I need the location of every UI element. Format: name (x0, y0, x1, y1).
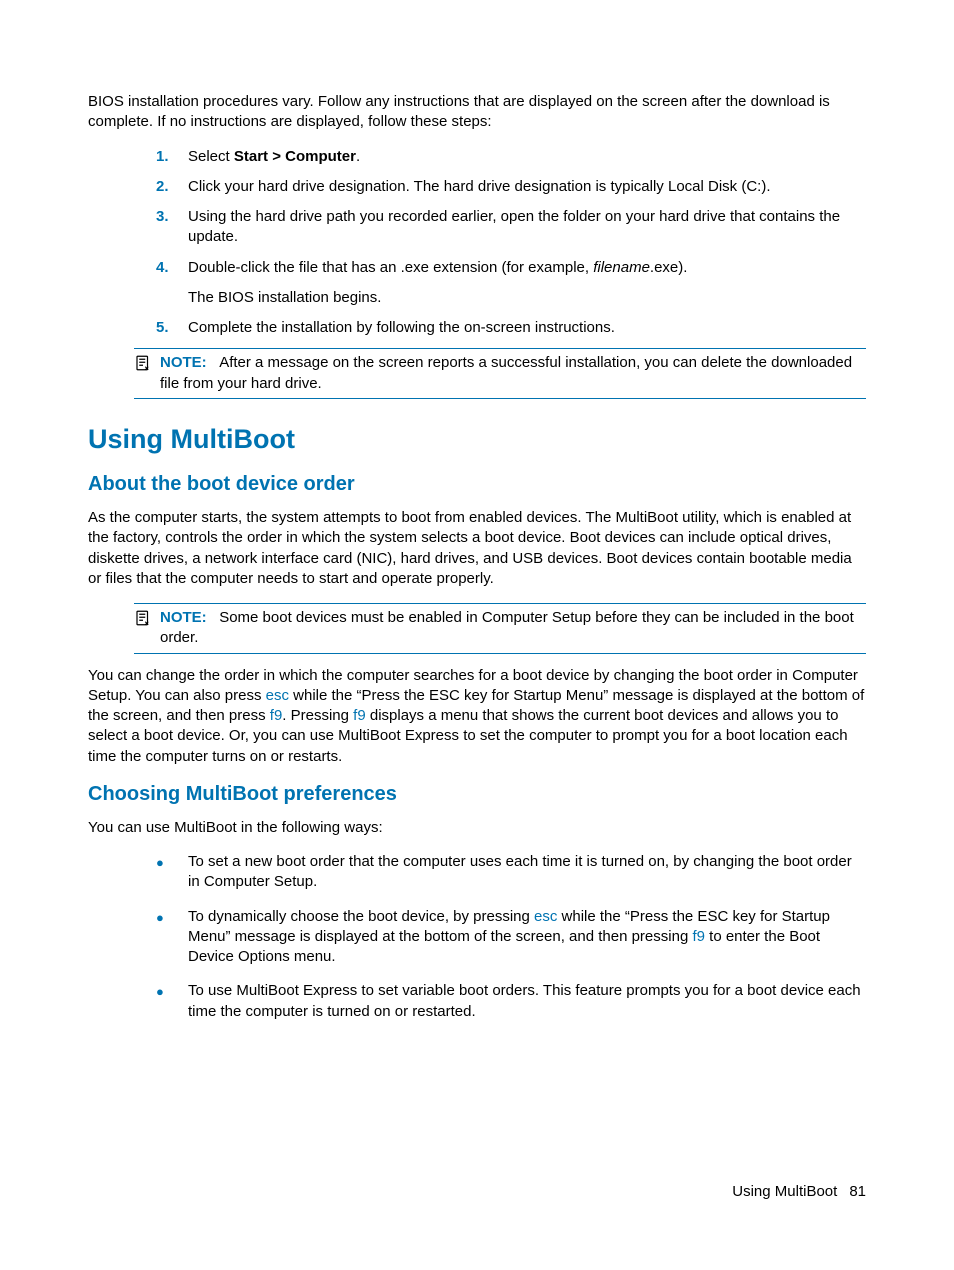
step-text: Select Start > Computer. (188, 147, 866, 167)
intro-paragraph: BIOS installation procedures vary. Follo… (88, 92, 866, 133)
step-number: 2. (156, 177, 188, 197)
note-icon (134, 609, 156, 633)
bullet-item: ● To dynamically choose the boot device,… (156, 907, 866, 968)
heading-1: Using MultiBoot (88, 421, 866, 457)
page: BIOS installation procedures vary. Follo… (0, 0, 954, 1270)
step-text: Click your hard drive designation. The h… (188, 177, 866, 197)
bullet-icon: ● (156, 907, 188, 968)
step-text: Complete the installation by following t… (188, 318, 866, 338)
bullet-icon: ● (156, 852, 188, 893)
bullet-item: ● To set a new boot order that the compu… (156, 852, 866, 893)
step-1: 1. Select Start > Computer. (156, 147, 866, 167)
page-number: 81 (849, 1183, 866, 1200)
bullet-text: To set a new boot order that the compute… (188, 852, 866, 893)
paragraph-change-order: You can change the order in which the co… (88, 666, 866, 767)
bullet-icon: ● (156, 981, 188, 1022)
step-subtext: The BIOS installation begins. (188, 288, 866, 308)
step-number: 5. (156, 318, 188, 338)
note-box: NOTE: Some boot devices must be enabled … (134, 603, 866, 654)
step-2: 2. Click your hard drive designation. Th… (156, 177, 866, 197)
note-icon (134, 354, 156, 378)
bullet-list: ● To set a new boot order that the compu… (156, 852, 866, 1022)
step-text: Double-click the file that has an .exe e… (188, 258, 866, 309)
page-footer: Using MultiBoot 81 (732, 1182, 866, 1202)
note-box: NOTE: After a message on the screen repo… (134, 348, 866, 399)
step-number: 1. (156, 147, 188, 167)
step-number: 3. (156, 207, 188, 248)
heading-2-choosing: Choosing MultiBoot preferences (88, 781, 866, 808)
step-3: 3. Using the hard drive path you recorde… (156, 207, 866, 248)
note-text: NOTE: After a message on the screen repo… (160, 353, 866, 394)
bullet-text: To use MultiBoot Express to set variable… (188, 981, 866, 1022)
key-esc: esc (266, 687, 289, 704)
about-paragraph: As the computer starts, the system attem… (88, 508, 866, 589)
choosing-intro: You can use MultiBoot in the following w… (88, 818, 866, 838)
step-5: 5. Complete the installation by followin… (156, 318, 866, 338)
key-f9: f9 (353, 707, 366, 724)
key-f9: f9 (270, 707, 283, 724)
steps-list: 1. Select Start > Computer. 2. Click you… (156, 147, 866, 339)
step-text: Using the hard drive path you recorded e… (188, 207, 866, 248)
note-text: NOTE: Some boot devices must be enabled … (160, 608, 866, 649)
heading-2-about: About the boot device order (88, 471, 866, 498)
bullet-text: To dynamically choose the boot device, b… (188, 907, 866, 968)
key-esc: esc (534, 908, 557, 925)
footer-title: Using MultiBoot (732, 1183, 837, 1200)
step-4: 4. Double-click the file that has an .ex… (156, 258, 866, 309)
bullet-item: ● To use MultiBoot Express to set variab… (156, 981, 866, 1022)
step-number: 4. (156, 258, 188, 309)
key-f9: f9 (692, 928, 705, 945)
